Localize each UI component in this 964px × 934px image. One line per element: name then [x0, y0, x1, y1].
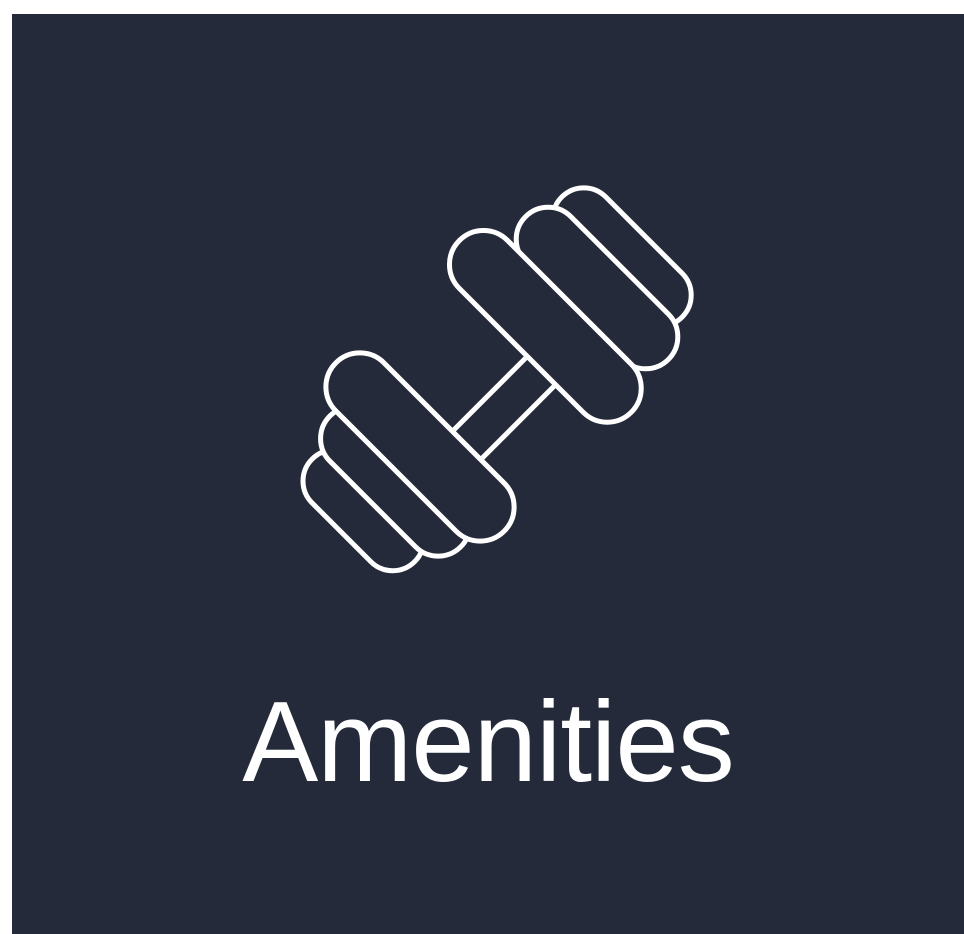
tile-label: Amenities [242, 679, 735, 806]
amenities-tile[interactable]: Amenities [12, 14, 964, 934]
